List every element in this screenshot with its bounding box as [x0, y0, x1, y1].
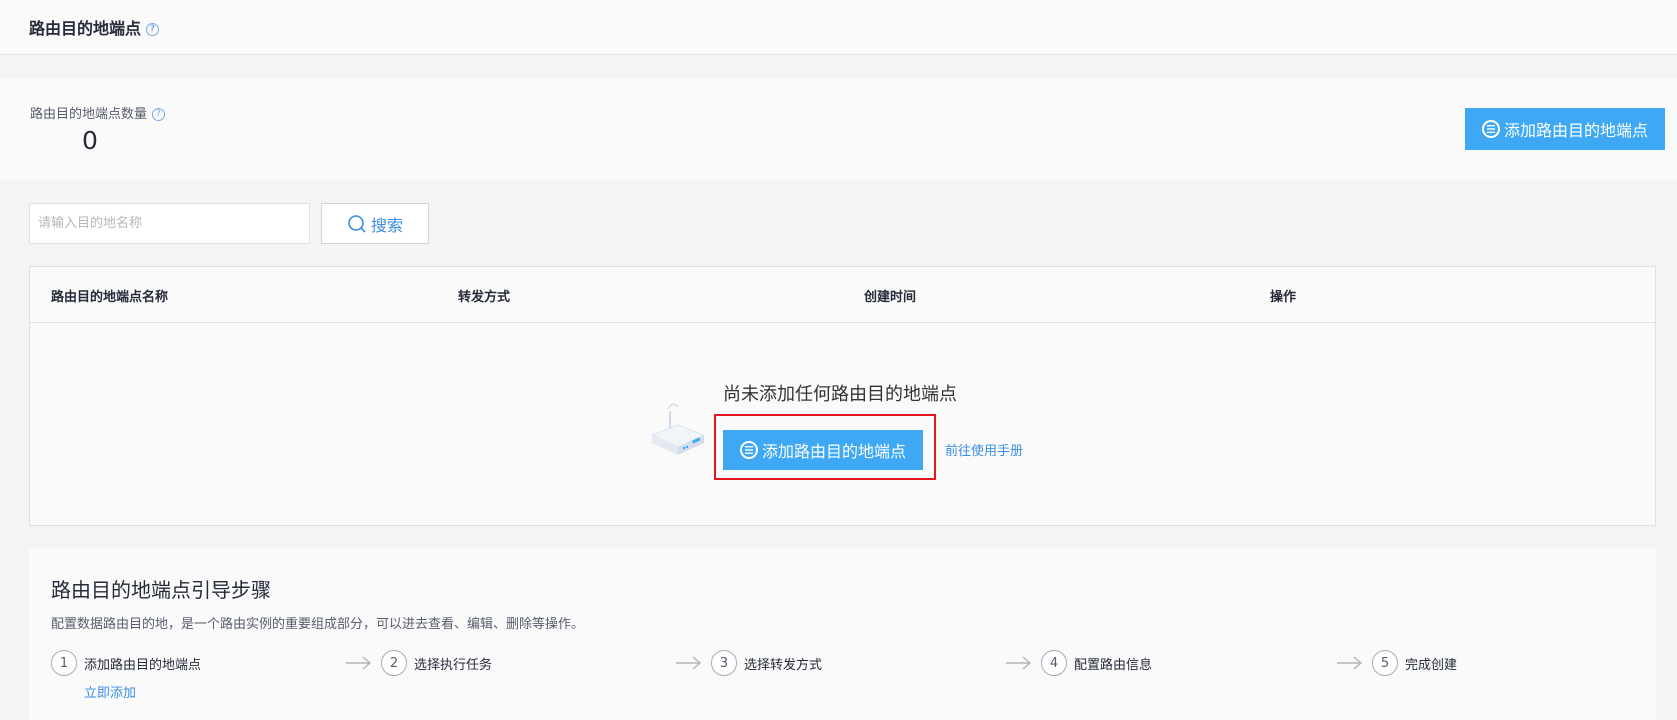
- guide-step-5: 5 完成创建: [1372, 650, 1457, 676]
- arrow-right-icon: [1337, 656, 1363, 670]
- add-endpoint-button[interactable]: 添加路由目的地端点: [1465, 108, 1665, 150]
- step-label: 添加路由目的地端点: [84, 657, 202, 673]
- router-illustration-icon: [650, 403, 706, 455]
- count-label: 路由目的地端点数量?: [30, 103, 166, 122]
- search-button[interactable]: 搜索: [321, 203, 429, 244]
- column-header-forward-mode: 转发方式: [458, 290, 511, 305]
- step-label: 配置路由信息: [1074, 657, 1153, 673]
- column-header-name: 路由目的地端点名称: [51, 290, 169, 305]
- help-icon[interactable]: ?: [152, 108, 166, 121]
- step-label: 选择执行任务: [414, 657, 493, 673]
- step-number: 5: [1372, 650, 1398, 676]
- step-number: 4: [1041, 650, 1067, 676]
- column-header-created-time: 创建时间: [864, 290, 917, 305]
- step-number: 1: [51, 650, 77, 676]
- manual-link[interactable]: 前往使用手册: [945, 440, 1023, 459]
- guide-title: 路由目的地端点引导步骤: [51, 578, 271, 602]
- count-value: 0: [82, 126, 98, 155]
- guide-step-4: 4 配置路由信息: [1041, 650, 1152, 676]
- help-icon[interactable]: ?: [146, 23, 160, 36]
- guide-step-2: 2 选择执行任务: [381, 650, 492, 676]
- page-title: 路由目的地端点?: [29, 15, 160, 39]
- search-icon: [348, 214, 366, 233]
- guide-step-3: 3 选择转发方式: [711, 650, 822, 676]
- add-now-link[interactable]: 立即添加: [84, 682, 136, 701]
- page-header: 路由目的地端点?: [0, 0, 1677, 55]
- arrow-right-icon: [346, 656, 372, 670]
- summary-panel: 路由目的地端点数量? 0 添加路由目的地端点: [0, 78, 1677, 181]
- guide-step-1: 1 添加路由目的地端点: [51, 650, 201, 676]
- empty-add-endpoint-button[interactable]: 添加路由目的地端点: [723, 430, 923, 470]
- arrow-right-icon: [676, 656, 702, 670]
- step-label: 选择转发方式: [744, 657, 823, 673]
- step-label: 完成创建: [1405, 657, 1458, 673]
- step-number: 2: [381, 650, 407, 676]
- guide-panel: 路由目的地端点引导步骤 配置数据路由目的地，是一个路由实例的重要组成部分，可以进…: [29, 548, 1656, 720]
- arrow-right-icon: [1006, 656, 1032, 670]
- list-icon: [1481, 120, 1500, 138]
- search-input[interactable]: [29, 203, 310, 244]
- list-icon: [739, 441, 758, 459]
- guide-description: 配置数据路由目的地，是一个路由实例的重要组成部分，可以进去查看、编辑、删除等操作…: [51, 617, 585, 632]
- step-number: 3: [711, 650, 737, 676]
- endpoint-table: 路由目的地端点名称 转发方式 创建时间 操作 尚未添加任何路由目的地端点 添加路…: [29, 266, 1656, 526]
- table-header: 路由目的地端点名称 转发方式 创建时间 操作: [30, 267, 1655, 323]
- column-header-actions: 操作: [1270, 290, 1297, 305]
- empty-state-text: 尚未添加任何路由目的地端点: [723, 384, 957, 405]
